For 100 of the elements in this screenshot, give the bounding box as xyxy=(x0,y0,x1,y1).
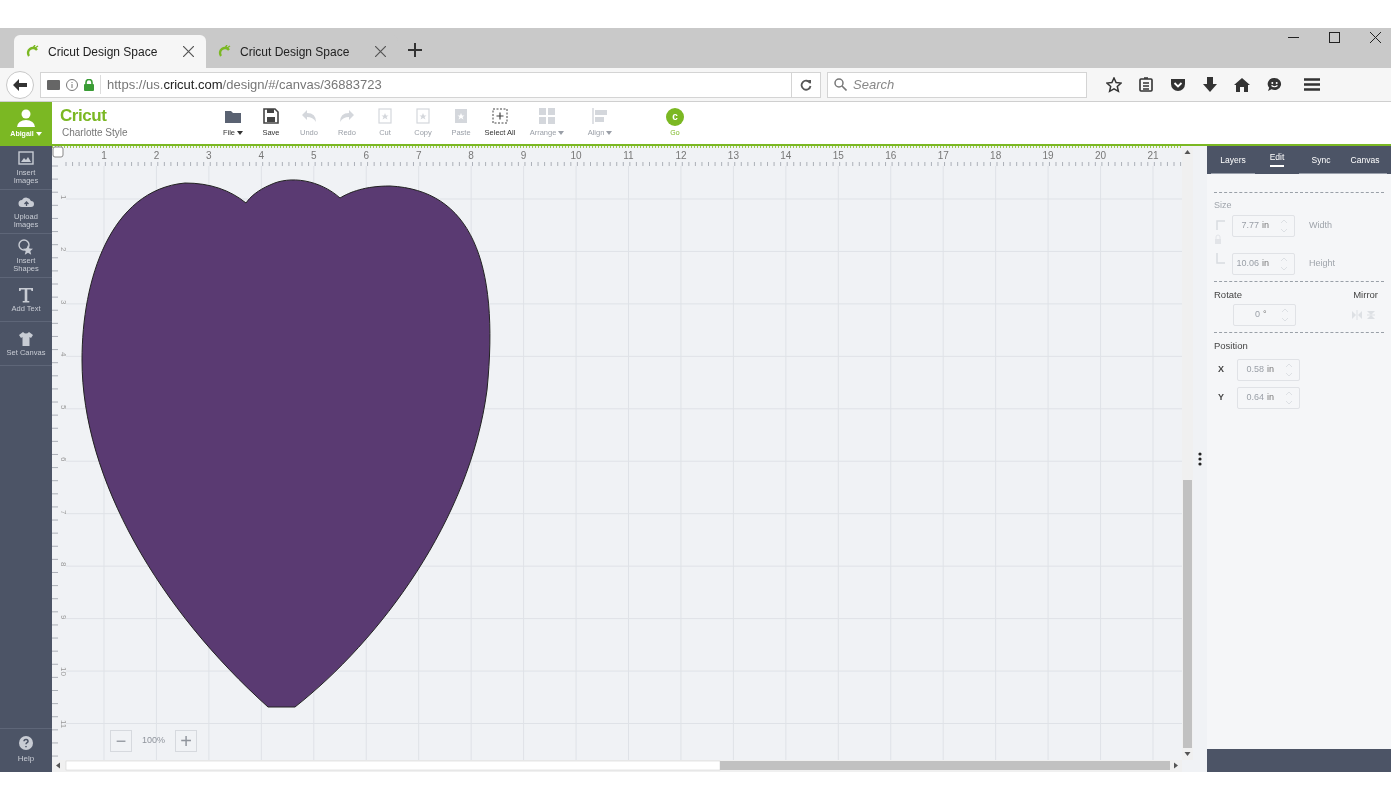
reload-button[interactable] xyxy=(791,71,821,98)
ruler-number: 4 xyxy=(59,352,67,357)
ruler-number: 16 xyxy=(885,151,897,161)
ruler-number: 11 xyxy=(59,719,67,728)
panel-tab[interactable]: Layers xyxy=(1211,146,1255,174)
go-icon: c xyxy=(666,107,684,126)
search-input[interactable]: Search xyxy=(853,74,1073,95)
pocket-icon[interactable] xyxy=(1170,77,1186,92)
caret-icon xyxy=(35,132,42,136)
resize-handle-icon[interactable] xyxy=(1198,452,1202,466)
maximize-icon[interactable] xyxy=(1329,32,1340,43)
reading-list-icon[interactable] xyxy=(1139,77,1153,92)
plus-icon xyxy=(408,43,422,57)
ruler-number: 1 xyxy=(101,151,107,161)
panel-tab[interactable]: Sync xyxy=(1299,146,1343,174)
save-icon xyxy=(263,107,279,124)
panel-tab[interactable]: Edit xyxy=(1255,146,1299,174)
text-icon xyxy=(18,286,34,303)
ruler-number: 6 xyxy=(363,151,370,161)
ruler-number: 8 xyxy=(59,562,67,567)
url-field[interactable]: https://us.cricut.com/design/#/canvas/36883723 xyxy=(40,71,792,98)
search-icon xyxy=(834,78,847,91)
field-value: 0.58 xyxy=(1245,363,1264,377)
info-icon xyxy=(66,78,78,91)
page-icon xyxy=(47,79,60,90)
panel-tab[interactable]: Canvas xyxy=(1343,146,1387,174)
tab-title: Cricut Design Space xyxy=(240,43,351,61)
field-unit: in xyxy=(1262,256,1270,270)
ruler-number: 3 xyxy=(59,299,67,305)
field-unit: in xyxy=(1267,363,1275,377)
star-page-icon xyxy=(453,107,469,124)
ruler-number: 9 xyxy=(520,151,527,161)
section-label: Mirror xyxy=(1353,287,1378,302)
search-field[interactable]: Search xyxy=(827,71,1087,98)
star-page-icon xyxy=(415,107,431,124)
section-label: Position xyxy=(1214,338,1249,353)
field-unit: ° xyxy=(1263,308,1268,321)
ruler-number: 12 xyxy=(675,151,687,161)
shirt-icon xyxy=(18,330,34,347)
redo-icon xyxy=(339,107,355,124)
field-label: Y xyxy=(1218,391,1225,405)
ruler-number: 19 xyxy=(1042,151,1054,161)
ruler-number: 10 xyxy=(59,667,67,676)
field-label: Width xyxy=(1309,218,1332,232)
ruler-number: 17 xyxy=(937,151,949,161)
align-icon xyxy=(592,107,608,124)
ruler-number: 11 xyxy=(623,151,634,161)
project-name: Charlotte Style xyxy=(62,125,129,140)
ruler-number: 14 xyxy=(780,151,792,161)
user-icon xyxy=(17,108,35,127)
ruler-number: 7 xyxy=(59,509,67,515)
zoom-in-button[interactable]: + xyxy=(175,730,198,752)
image-icon xyxy=(18,150,34,167)
shapes-icon xyxy=(18,238,34,255)
grid-icon xyxy=(539,107,555,124)
field-label: Height xyxy=(1309,256,1335,270)
field-value: 7.77 xyxy=(1240,218,1259,232)
ruler-number: 20 xyxy=(1095,151,1107,161)
heart-shape[interactable] xyxy=(81,179,491,708)
star-page-icon xyxy=(377,107,393,124)
ruler-number: 3 xyxy=(206,151,212,161)
lock-icon xyxy=(84,78,94,91)
section-label: Rotate xyxy=(1214,287,1242,302)
url-text: https://us.cricut.com/design/#/canvas/36883723 xyxy=(100,74,382,95)
ruler-number: 8 xyxy=(468,151,474,161)
help-icon xyxy=(19,736,33,750)
reload-icon xyxy=(800,78,812,91)
ruler-number: 4 xyxy=(258,151,265,161)
ruler-number: 15 xyxy=(832,151,844,161)
star-icon[interactable] xyxy=(1106,76,1122,93)
field-value: 10.06 xyxy=(1235,256,1259,270)
section-label: Size xyxy=(1214,199,1233,212)
ruler-number: 13 xyxy=(727,151,739,161)
field-unit: in xyxy=(1262,218,1270,232)
ruler-number: 9 xyxy=(59,614,67,620)
ruler-number: 5 xyxy=(311,151,317,161)
ruler-number: 7 xyxy=(415,151,422,161)
field-value: 0 xyxy=(1254,308,1260,321)
select-all-icon xyxy=(492,107,508,124)
ruler-number: 6 xyxy=(59,457,67,462)
close-icon[interactable] xyxy=(375,46,386,57)
menu-icon[interactable] xyxy=(1304,78,1320,91)
zoom-out-button[interactable]: − xyxy=(110,730,132,752)
close-icon[interactable] xyxy=(183,46,194,57)
ruler-number: 1 xyxy=(59,195,67,200)
home-icon[interactable] xyxy=(1234,77,1250,92)
field-value: 0.64 xyxy=(1245,391,1264,405)
logo: Cricut xyxy=(60,106,108,125)
field-unit: in xyxy=(1267,391,1275,405)
back-arrow-icon xyxy=(13,78,27,91)
ruler-number: 21 xyxy=(1147,151,1159,161)
ruler-number: 5 xyxy=(59,404,67,410)
tab-title: Cricut Design Space xyxy=(48,43,159,61)
smiley-icon[interactable] xyxy=(1267,77,1282,92)
ruler-number: 18 xyxy=(990,151,1002,161)
back-button[interactable] xyxy=(6,70,34,99)
browser-tab[interactable]: Cricut Design Space xyxy=(14,35,206,68)
download-icon[interactable] xyxy=(1203,77,1217,92)
close-icon[interactable] xyxy=(1370,32,1381,43)
ruler-number: 2 xyxy=(153,151,160,161)
